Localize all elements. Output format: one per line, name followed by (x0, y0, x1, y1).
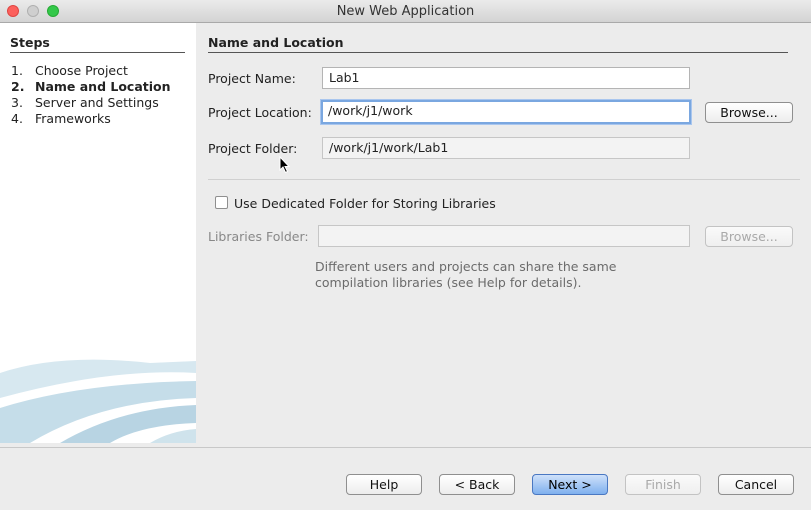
steps-heading: Steps (10, 35, 185, 53)
project-name-field[interactable]: Lab1 (322, 67, 690, 89)
next-button[interactable]: Next > (532, 474, 608, 495)
decorative-swoosh-graphic (0, 359, 196, 443)
section-title: Name and Location (208, 35, 788, 53)
hint-line-2: compilation libraries (see Help for deta… (315, 275, 582, 290)
step-item-server-and-settings: 3. Server and Settings (11, 95, 159, 110)
cancel-button[interactable]: Cancel (718, 474, 794, 495)
separator (208, 179, 800, 180)
step-item-choose-project: 1. Choose Project (11, 63, 128, 78)
dedicated-folder-checkbox[interactable] (215, 196, 228, 209)
project-name-label: Project Name: (208, 71, 296, 86)
hint-line-1: Different users and projects can share t… (315, 259, 617, 274)
form-panel: Name and Location Project Name: Lab1 Pro… (196, 23, 811, 443)
finish-button: Finish (625, 474, 701, 495)
help-button[interactable]: Help (346, 474, 422, 495)
libraries-hint-text: Different users and projects can share t… (315, 259, 645, 291)
dedicated-folder-label[interactable]: Use Dedicated Folder for Storing Librari… (234, 196, 496, 211)
back-button[interactable]: < Back (439, 474, 515, 495)
mouse-pointer-icon (279, 156, 291, 174)
project-folder-field: /work/j1/work/Lab1 (322, 137, 690, 159)
step-item-frameworks: 4. Frameworks (11, 111, 111, 126)
title-bar: New Web Application (0, 0, 811, 23)
steps-list: 1. Choose Project 2. Name and Location 3. S… (11, 63, 171, 127)
step-item-name-and-location: 2. Name and Location (11, 79, 171, 94)
window-title: New Web Application (336, 4, 475, 19)
libraries-folder-field (318, 225, 690, 247)
footer-separator (0, 447, 811, 448)
project-location-field[interactable]: /work/j1/work (321, 100, 691, 124)
libraries-folder-browse-button: Browse... (705, 226, 793, 247)
steps-panel: Steps 1. Choose Project 2. Name and Locati… (0, 23, 196, 443)
project-folder-label: Project Folder: (208, 141, 298, 156)
libraries-folder-label: Libraries Folder: (208, 229, 309, 244)
project-location-label: Project Location: (208, 105, 312, 120)
project-location-browse-button[interactable]: Browse... (705, 102, 793, 123)
